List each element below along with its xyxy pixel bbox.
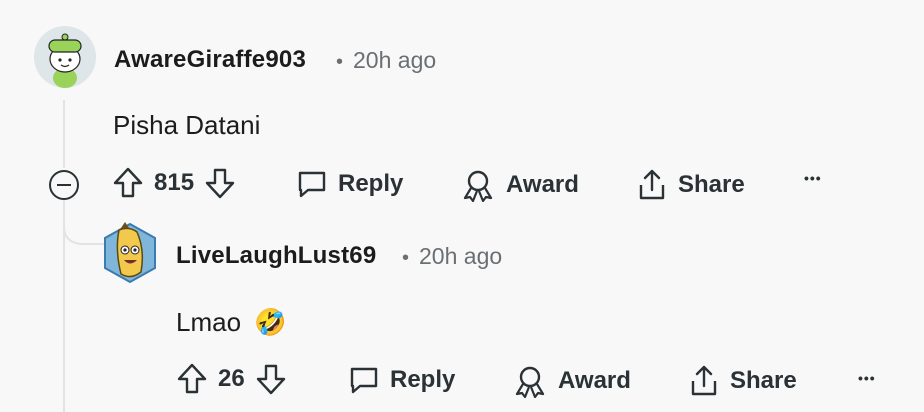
share-upload-icon (636, 168, 668, 202)
reply-label: Reply (338, 170, 404, 197)
collapse-minus-icon (57, 184, 71, 186)
comment-timestamp[interactable]: 20h ago (353, 47, 436, 73)
upvote-arrow-icon[interactable] (176, 362, 208, 396)
award-label: Award (558, 367, 631, 394)
downvote-arrow-icon[interactable] (255, 362, 287, 396)
comment-body: Pisha Datani (113, 110, 261, 140)
more-options-button[interactable]: ••• (804, 170, 822, 186)
comment-timestamp[interactable]: 20h ago (419, 243, 502, 269)
comment-username[interactable]: LiveLaughLust69 (176, 242, 376, 270)
separator-dot: • (402, 247, 410, 269)
speech-bubble-icon (348, 364, 380, 396)
more-options-button[interactable]: ••• (858, 370, 876, 386)
share-upload-icon (688, 364, 720, 398)
share-button[interactable]: Share (636, 168, 745, 202)
avatar[interactable] (34, 26, 96, 88)
award-button[interactable]: Award (512, 364, 631, 398)
comment-body-text: Lmao (176, 307, 242, 337)
speech-bubble-icon (296, 168, 328, 200)
comment-meta: • 20h ago (402, 243, 502, 270)
award-label: Award (506, 171, 579, 198)
vote-score: 26 (218, 365, 245, 392)
share-label: Share (678, 171, 745, 198)
downvote-arrow-icon[interactable] (204, 166, 236, 200)
reply-button[interactable]: Reply (296, 168, 403, 200)
rofl-emoji-icon: 🤣 (254, 307, 287, 337)
avatar[interactable] (101, 220, 159, 286)
banana-avatar-image (104, 222, 156, 284)
award-button[interactable]: Award (460, 168, 579, 202)
comment-username[interactable]: AwareGiraffe903 (114, 46, 306, 74)
separator-dot: • (336, 51, 344, 73)
vote-bar: 815 (112, 166, 236, 200)
vote-bar: 26 (176, 362, 287, 396)
comment-meta: • 20h ago (336, 47, 436, 74)
reply-label: Reply (390, 366, 456, 393)
share-button[interactable]: Share (688, 364, 797, 398)
award-ribbon-icon (460, 168, 496, 202)
vote-score: 815 (154, 169, 195, 196)
comment-body: Lmao 🤣 (176, 307, 287, 338)
collapse-thread-button[interactable] (49, 170, 79, 200)
thread-line-main (63, 100, 65, 168)
upvote-arrow-icon[interactable] (112, 166, 144, 200)
reply-button[interactable]: Reply (348, 364, 455, 396)
snoo-avatar-image (34, 26, 96, 88)
share-label: Share (730, 367, 797, 394)
award-ribbon-icon (512, 364, 548, 398)
